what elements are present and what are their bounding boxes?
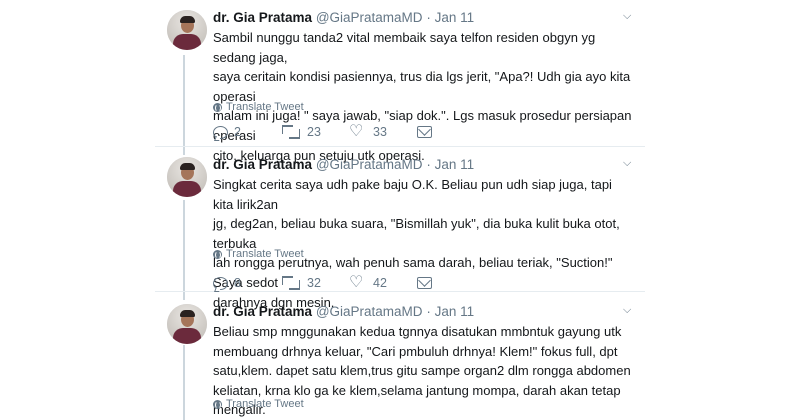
envelope-icon — [417, 277, 432, 289]
retweet-button[interactable]: 23 — [281, 124, 349, 140]
tweet[interactable]: dr. Gia Pratama @GiaPratamaMD · Jan 11 ⌵… — [155, 0, 645, 163]
tweet-text-line: satu,klem. dapet satu klem,trus gitu sam… — [213, 363, 631, 379]
translate-label: Translate Tweet — [226, 248, 304, 260]
retweet-icon — [281, 275, 301, 291]
direct-message-button[interactable] — [417, 277, 485, 289]
like-button[interactable]: ♡ 42 — [349, 275, 417, 291]
tweet-text-line: Singkat cerita saya udh pake baju O.K. B… — [213, 177, 612, 212]
author-handle[interactable]: @GiaPratamaMD — [316, 10, 423, 25]
author-handle[interactable]: @GiaPratamaMD — [316, 157, 423, 172]
author-handle[interactable]: @GiaPratamaMD — [316, 304, 423, 319]
reply-icon — [213, 276, 228, 290]
like-count: 33 — [373, 125, 387, 139]
globe-icon — [213, 102, 222, 112]
avatar[interactable] — [167, 304, 207, 344]
tweet-text-line: membuang drhnya keluar, "Cari pmbuluh dr… — [213, 343, 618, 359]
tweet-thread: dr. Gia Pratama @GiaPratamaMD · Jan 11 ⌵… — [0, 0, 800, 420]
globe-icon — [213, 399, 222, 409]
tweet[interactable]: dr. Gia Pratama @GiaPratamaMD · Jan 11 ⌵… — [155, 147, 645, 310]
tweet-text-line: Beliau smp mnggunakan kedua tgnnya disat… — [213, 324, 622, 339]
like-count: 42 — [373, 276, 387, 290]
tweet-text: Sambil nunggu tanda2 vital membaik saya … — [213, 28, 633, 165]
tweet-date[interactable]: Jan 11 — [435, 10, 475, 25]
retweet-count: 23 — [307, 125, 321, 139]
tweet-header: dr. Gia Pratama @GiaPratamaMD · Jan 11 — [213, 157, 474, 172]
avatar[interactable] — [167, 157, 207, 197]
separator: · — [426, 10, 431, 25]
globe-icon — [213, 249, 222, 259]
retweet-icon — [281, 124, 301, 140]
like-button[interactable]: ♡ 33 — [349, 124, 417, 140]
heart-icon: ♡ — [349, 274, 364, 291]
retweet-count: 32 — [307, 276, 321, 290]
translate-tweet-link[interactable]: Translate Tweet — [213, 248, 304, 260]
chevron-down-icon[interactable]: ⌵ — [623, 10, 631, 23]
author-name[interactable]: dr. Gia Pratama — [213, 10, 312, 25]
translate-label: Translate Tweet — [226, 101, 304, 113]
retweet-button[interactable]: 32 — [281, 275, 349, 291]
translate-tweet-link[interactable]: Translate Tweet — [213, 398, 304, 410]
avatar[interactable] — [167, 10, 207, 50]
reply-icon — [213, 125, 228, 139]
tweet-actions: 2 23 ♡ 33 — [213, 124, 485, 140]
direct-message-button[interactable] — [417, 126, 485, 138]
envelope-icon — [417, 126, 432, 138]
chevron-down-icon[interactable]: ⌵ — [623, 304, 631, 317]
reply-button[interactable]: 2 — [213, 125, 281, 139]
author-name[interactable]: dr. Gia Pratama — [213, 304, 312, 319]
translate-tweet-link[interactable]: Translate Tweet — [213, 101, 304, 113]
tweet-header: dr. Gia Pratama @GiaPratamaMD · Jan 11 — [213, 10, 474, 25]
tweet-date[interactable]: Jan 11 — [435, 157, 475, 172]
author-name[interactable]: dr. Gia Pratama — [213, 157, 312, 172]
reply-button[interactable]: 8 — [213, 276, 281, 290]
tweet-header: dr. Gia Pratama @GiaPratamaMD · Jan 11 — [213, 304, 474, 319]
tweet-actions: 8 32 ♡ 42 — [213, 275, 485, 291]
chevron-down-icon[interactable]: ⌵ — [623, 157, 631, 170]
reply-count: 8 — [234, 276, 241, 290]
separator: · — [426, 157, 431, 172]
reply-count: 2 — [234, 125, 241, 139]
translate-label: Translate Tweet — [226, 398, 304, 410]
tweet[interactable]: dr. Gia Pratama @GiaPratamaMD · Jan 11 ⌵… — [155, 292, 645, 420]
separator: · — [426, 304, 431, 319]
heart-icon: ♡ — [349, 123, 364, 140]
tweet-text-line: Sambil nunggu tanda2 vital membaik saya … — [213, 30, 596, 65]
tweet-date[interactable]: Jan 11 — [435, 304, 475, 319]
